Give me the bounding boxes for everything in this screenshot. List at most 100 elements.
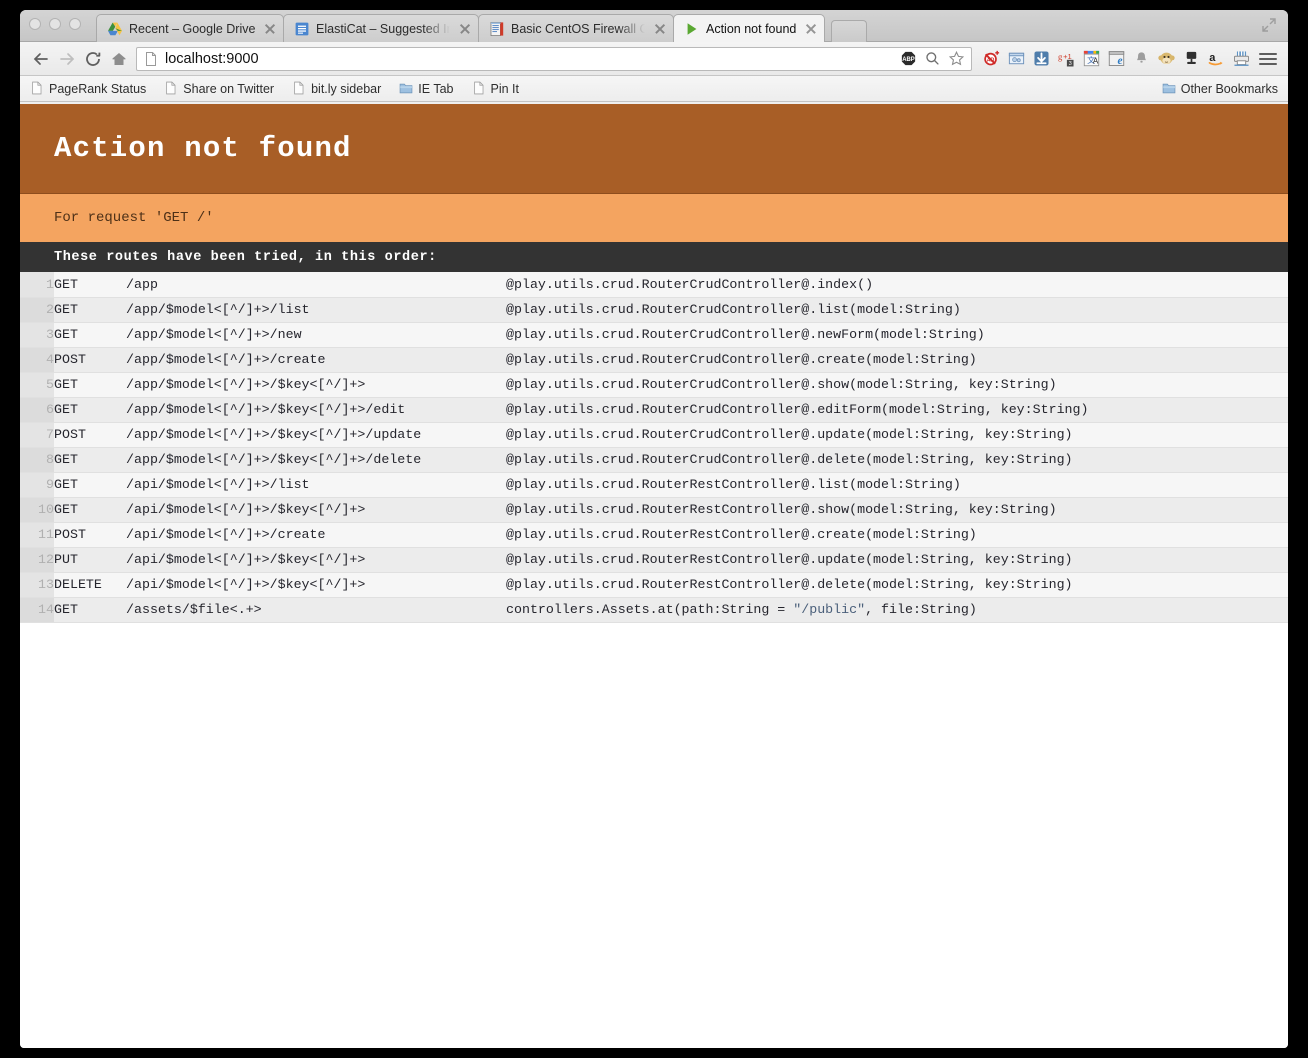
close-tab-icon[interactable] (653, 22, 667, 36)
fullscreen-icon[interactable] (1260, 16, 1278, 34)
new-tab-button[interactable] (830, 20, 867, 42)
browser-tab[interactable]: Action not found (673, 14, 826, 42)
route-row: 3 GET/app/$model<[^/]+>/new @play.utils.cr… (20, 322, 1288, 348)
svg-text:a: a (1209, 52, 1216, 64)
route-path: /app/$model<[^/]+>/create (126, 347, 506, 373)
route-action: @play.utils.crud.RouterCrudController@.i… (506, 272, 1288, 298)
error-request-line: For request 'GET /' (54, 210, 214, 226)
browser-toolbar: localhost:9000 ABP g +1 3 文 A e a (20, 42, 1288, 76)
google-plus-one-icon[interactable]: g +1 3 (1055, 48, 1077, 70)
route-method: GET (54, 372, 126, 398)
download-arrow-icon[interactable] (1030, 48, 1052, 70)
browser-menu-icon[interactable] (1256, 47, 1280, 71)
omnibox-tools: ABP (897, 48, 967, 70)
page-icon (292, 81, 306, 96)
bookmark-item[interactable]: PageRank Status (30, 81, 146, 96)
route-path: /app (126, 272, 506, 298)
bookmark-label: Share on Twitter (183, 81, 275, 96)
tab-title: Action not found (706, 21, 797, 36)
route-path: /app/$model<[^/]+>/$key<[^/]+>/edit (126, 397, 506, 423)
home-icon[interactable] (106, 46, 132, 72)
folder-icon (1162, 81, 1176, 96)
close-tab-icon[interactable] (263, 22, 277, 36)
address-bar[interactable]: localhost:9000 ABP (136, 46, 972, 71)
reload-icon[interactable] (80, 46, 106, 72)
maximize-window-button[interactable] (69, 18, 81, 30)
route-action: @play.utils.crud.RouterCrudController@.d… (506, 447, 1288, 473)
url-host: localhost:9000 (165, 50, 259, 67)
route-method: GET (54, 272, 126, 298)
minimize-window-button[interactable] (49, 18, 61, 30)
back-icon[interactable] (28, 46, 54, 72)
route-row: 7 POST/app/$model<[^/]+>/$key<[^/]+>/upda… (20, 422, 1288, 448)
close-window-button[interactable] (29, 18, 41, 30)
route-row: 9 GET/api/$model<[^/]+>/list @play.utils.c… (20, 472, 1288, 498)
bookmark-item[interactable]: IE Tab (399, 81, 454, 96)
browser-tab[interactable]: Basic CentOS Firewall Conf (478, 14, 675, 42)
route-action: @play.utils.crud.RouterRestController@.c… (506, 522, 1288, 548)
bookmark-item[interactable]: Pin It (472, 81, 520, 96)
adblock-no-ads-icon[interactable]: AD (980, 48, 1002, 70)
route-action: controllers.Assets.at(path:String = "/pu… (506, 597, 1288, 623)
route-row: 14 GET/assets/$file<.+> controllers.Assets… (20, 597, 1288, 623)
route-line-number: 8 (20, 447, 54, 473)
route-action: @play.utils.crud.RouterCrudController@.s… (506, 372, 1288, 398)
internet-explorer-tab-icon[interactable]: e (1105, 48, 1127, 70)
amazon-icon[interactable]: a (1205, 48, 1227, 70)
route-line-number: 2 (20, 297, 54, 323)
route-path: /api/$model<[^/]+>/$key<[^/]+> (126, 547, 506, 573)
tab-strip: Recent – Google Drive ElastiCat – Suggest… (20, 10, 1288, 42)
window-tiles-icon[interactable] (1005, 48, 1027, 70)
notifications-bell-icon[interactable] (1130, 48, 1152, 70)
route-action: @play.utils.crud.RouterCrudController@.n… (506, 322, 1288, 348)
route-row: 12 PUT/api/$model<[^/]+>/$key<[^/]+> @play… (20, 547, 1288, 573)
route-method: POST (54, 422, 126, 448)
close-tab-icon[interactable] (458, 22, 472, 36)
browser-window: Recent – Google Drive ElastiCat – Suggest… (20, 10, 1288, 1048)
close-tab-icon[interactable] (805, 22, 819, 36)
route-action: @play.utils.crud.RouterCrudController@.u… (506, 422, 1288, 448)
monkey-icon[interactable] (1155, 48, 1177, 70)
page-icon (30, 81, 44, 96)
bookmarks-bar: PageRank Status Share on Twitter bit.ly si… (20, 76, 1288, 102)
route-path: /api/$model<[^/]+>/$key<[^/]+> (126, 497, 506, 523)
printer-icon[interactable] (1230, 48, 1252, 70)
route-row: 13 DELETE/api/$model<[^/]+>/$key<[^/]+> @p… (20, 572, 1288, 598)
browser-tab[interactable]: Recent – Google Drive (96, 14, 285, 42)
route-action: @play.utils.crud.RouterCrudController@.l… (506, 297, 1288, 323)
forward-icon[interactable] (54, 46, 80, 72)
svg-text:ABP: ABP (902, 57, 915, 63)
route-method: GET (54, 472, 126, 498)
route-line-number: 1 (20, 272, 54, 298)
svg-text:A: A (1092, 57, 1098, 66)
adblock-plus-icon[interactable]: ABP (897, 48, 919, 70)
route-path: /app/$model<[^/]+>/$key<[^/]+>/update (126, 422, 506, 448)
route-method: DELETE (54, 572, 126, 598)
route-line-number: 10 (20, 497, 54, 523)
error-title-bar: Action not found (20, 104, 1288, 194)
route-action: @play.utils.crud.RouterCrudController@.e… (506, 397, 1288, 423)
route-path: /app/$model<[^/]+>/$key<[^/]+> (126, 372, 506, 398)
bookmark-item[interactable]: Share on Twitter (164, 81, 274, 96)
route-path: /api/$model<[^/]+>/create (126, 522, 506, 548)
search-icon[interactable] (921, 48, 943, 70)
other-bookmarks-folder[interactable]: Other Bookmarks (1162, 81, 1278, 96)
svg-text:3: 3 (1068, 61, 1071, 67)
route-row: 8 GET/app/$model<[^/]+>/$key<[^/]+>/delet… (20, 447, 1288, 473)
route-method: PUT (54, 547, 126, 573)
routes-heading: These routes have been tried, in this or… (20, 243, 1288, 272)
route-path: /api/$model<[^/]+>/list (126, 472, 506, 498)
bookmark-item[interactable]: bit.ly sidebar (292, 81, 381, 96)
page-icon (472, 81, 486, 96)
route-method: GET (54, 597, 126, 623)
page-viewport: Action not found For request 'GET /' The… (20, 104, 1288, 1048)
projector-icon[interactable] (1180, 48, 1202, 70)
google-translate-icon[interactable]: 文 A (1080, 48, 1102, 70)
bookmark-star-icon[interactable] (945, 48, 967, 70)
browser-tab[interactable]: ElastiCat – Suggested Impr (283, 14, 480, 42)
bookmark-label: Pin It (490, 81, 520, 96)
route-method: POST (54, 347, 126, 373)
tab-title: Basic CentOS Firewall Conf (511, 21, 646, 36)
route-line-number: 14 (20, 597, 54, 623)
route-row: 5 GET/app/$model<[^/]+>/$key<[^/]+> @play.… (20, 372, 1288, 398)
